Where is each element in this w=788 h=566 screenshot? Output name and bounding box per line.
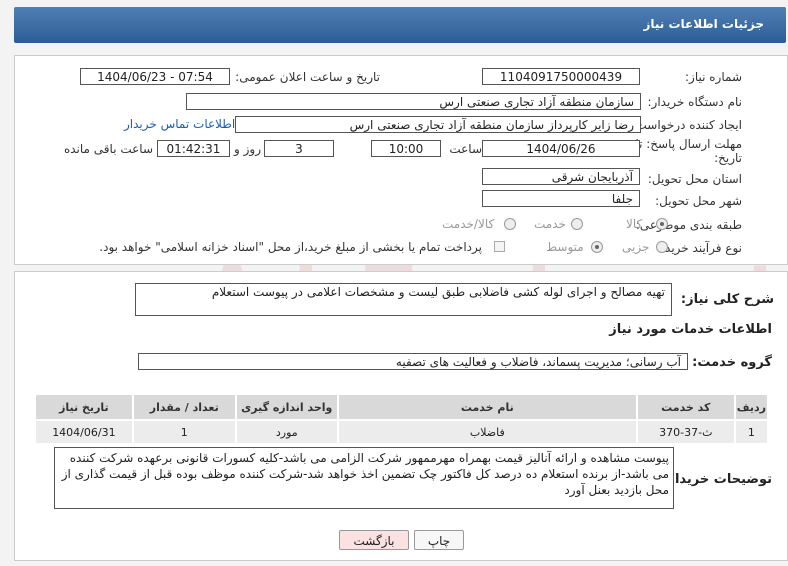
page-header: جزئیات اطلاعات نیاز: [14, 7, 786, 43]
deadline-label-date: تاریخ:: [714, 151, 742, 165]
category-option-service: خدمت: [534, 217, 566, 231]
service-group-field: آب رسانی؛ مدیریت پسماند، فاضلاب و فعالیت…: [138, 353, 688, 370]
summary-label: شرح کلی نیاز:: [680, 292, 774, 307]
process-option-medium: متوسط: [546, 240, 584, 254]
buyer-label: نام دستگاه خریدار:: [647, 95, 743, 109]
col-service-code: کد خدمت: [635, 393, 736, 421]
creator-label: ایجاد کننده درخواست:: [631, 118, 742, 132]
page-title: جزئیات اطلاعات نیاز: [643, 17, 764, 31]
category-radio-goods-service[interactable]: [504, 218, 516, 230]
need-number-field: 1104091750000439: [482, 68, 640, 85]
cell-service-code: ث-37-370: [635, 419, 736, 445]
col-need-date: تاریخ نیاز: [34, 393, 134, 421]
table-row: 1 ث-37-370 فاضلاب مورد 1 1404/06/31: [34, 419, 770, 445]
remaining-time-field: 01:42:31: [157, 140, 230, 157]
remaining-label: ساعت باقی مانده: [63, 142, 153, 156]
category-radio-service[interactable]: [571, 218, 583, 230]
cell-row-number: 1: [733, 419, 770, 445]
treasury-payment-note: پرداخت تمام یا بخشی از مبلغ خرید،از محل …: [99, 240, 482, 254]
category-radio-goods[interactable]: [656, 218, 668, 230]
buyer-notes-label: توضیحات خریدار:: [662, 472, 772, 487]
deadline-date-field: 1404/06/26: [482, 140, 640, 157]
col-row-number: ردیف: [733, 393, 770, 421]
info-panel: [14, 55, 788, 265]
deadline-time-field: 10:00: [371, 140, 441, 157]
col-unit: واحد اندازه گیری: [234, 393, 339, 421]
creator-field: رضا زایر کارپرداز سازمان منطقه آزاد تجار…: [235, 116, 641, 133]
cell-service-name: فاضلاب: [336, 419, 638, 445]
days-field: 3: [264, 140, 334, 157]
category-option-goods: کالا: [626, 217, 643, 231]
announce-label: تاریخ و ساعت اعلان عمومی:: [235, 70, 380, 84]
process-radio-medium[interactable]: [591, 241, 603, 253]
category-option-goods-service: کالا/خدمت: [442, 217, 495, 231]
cell-unit: مورد: [234, 419, 339, 445]
back-button[interactable]: بازگشت: [339, 530, 409, 550]
process-radio-partial[interactable]: [656, 241, 668, 253]
province-label: استان محل تحویل:: [647, 172, 742, 186]
category-label: طبقه بندی موضوعی:: [635, 218, 742, 232]
city-label: شهر محل تحویل:: [655, 194, 742, 208]
buyer-notes-field: پیوست مشاهده و ارائه آنالیز قیمت بهمراه …: [54, 447, 674, 509]
service-group-label: گروه خدمت:: [692, 355, 772, 370]
cell-need-date: 1404/06/31: [34, 419, 134, 445]
summary-field: تهیه مصالح و اجرای لوله کشی فاضلابی طبق …: [135, 283, 672, 316]
announce-field: 1404/06/23 - 07:54: [80, 68, 230, 85]
table-header-row: ردیف کد خدمت نام خدمت واحد اندازه گیری ت…: [34, 393, 770, 421]
need-number-label: شماره نیاز:: [685, 70, 742, 84]
city-field: جلفا: [482, 190, 640, 207]
col-service-name: نام خدمت: [336, 393, 638, 421]
services-title: اطلاعات خدمات مورد نیاز: [609, 322, 772, 337]
col-quantity: تعداد / مقدار: [131, 393, 237, 421]
time-label: ساعت: [449, 142, 482, 156]
contact-buyer-link[interactable]: اطلاعات تماس خریدار: [124, 117, 235, 131]
process-label: نوع فرآیند خرید :: [657, 241, 742, 255]
deadline-label: مهلت ارسال پاسخ: تا: [635, 137, 742, 151]
print-button[interactable]: چاپ: [414, 530, 464, 550]
treasury-payment-checkbox[interactable]: [494, 241, 505, 252]
province-field: آذربایجان شرقی: [482, 168, 640, 185]
buyer-field: سازمان منطقه آزاد تجاری صنعتی ارس: [186, 93, 641, 110]
cell-quantity: 1: [131, 419, 237, 445]
services-table: ردیف کد خدمت نام خدمت واحد اندازه گیری ت…: [34, 393, 770, 445]
process-option-partial: جزیی: [622, 240, 650, 254]
days-label: روز و: [234, 142, 261, 156]
